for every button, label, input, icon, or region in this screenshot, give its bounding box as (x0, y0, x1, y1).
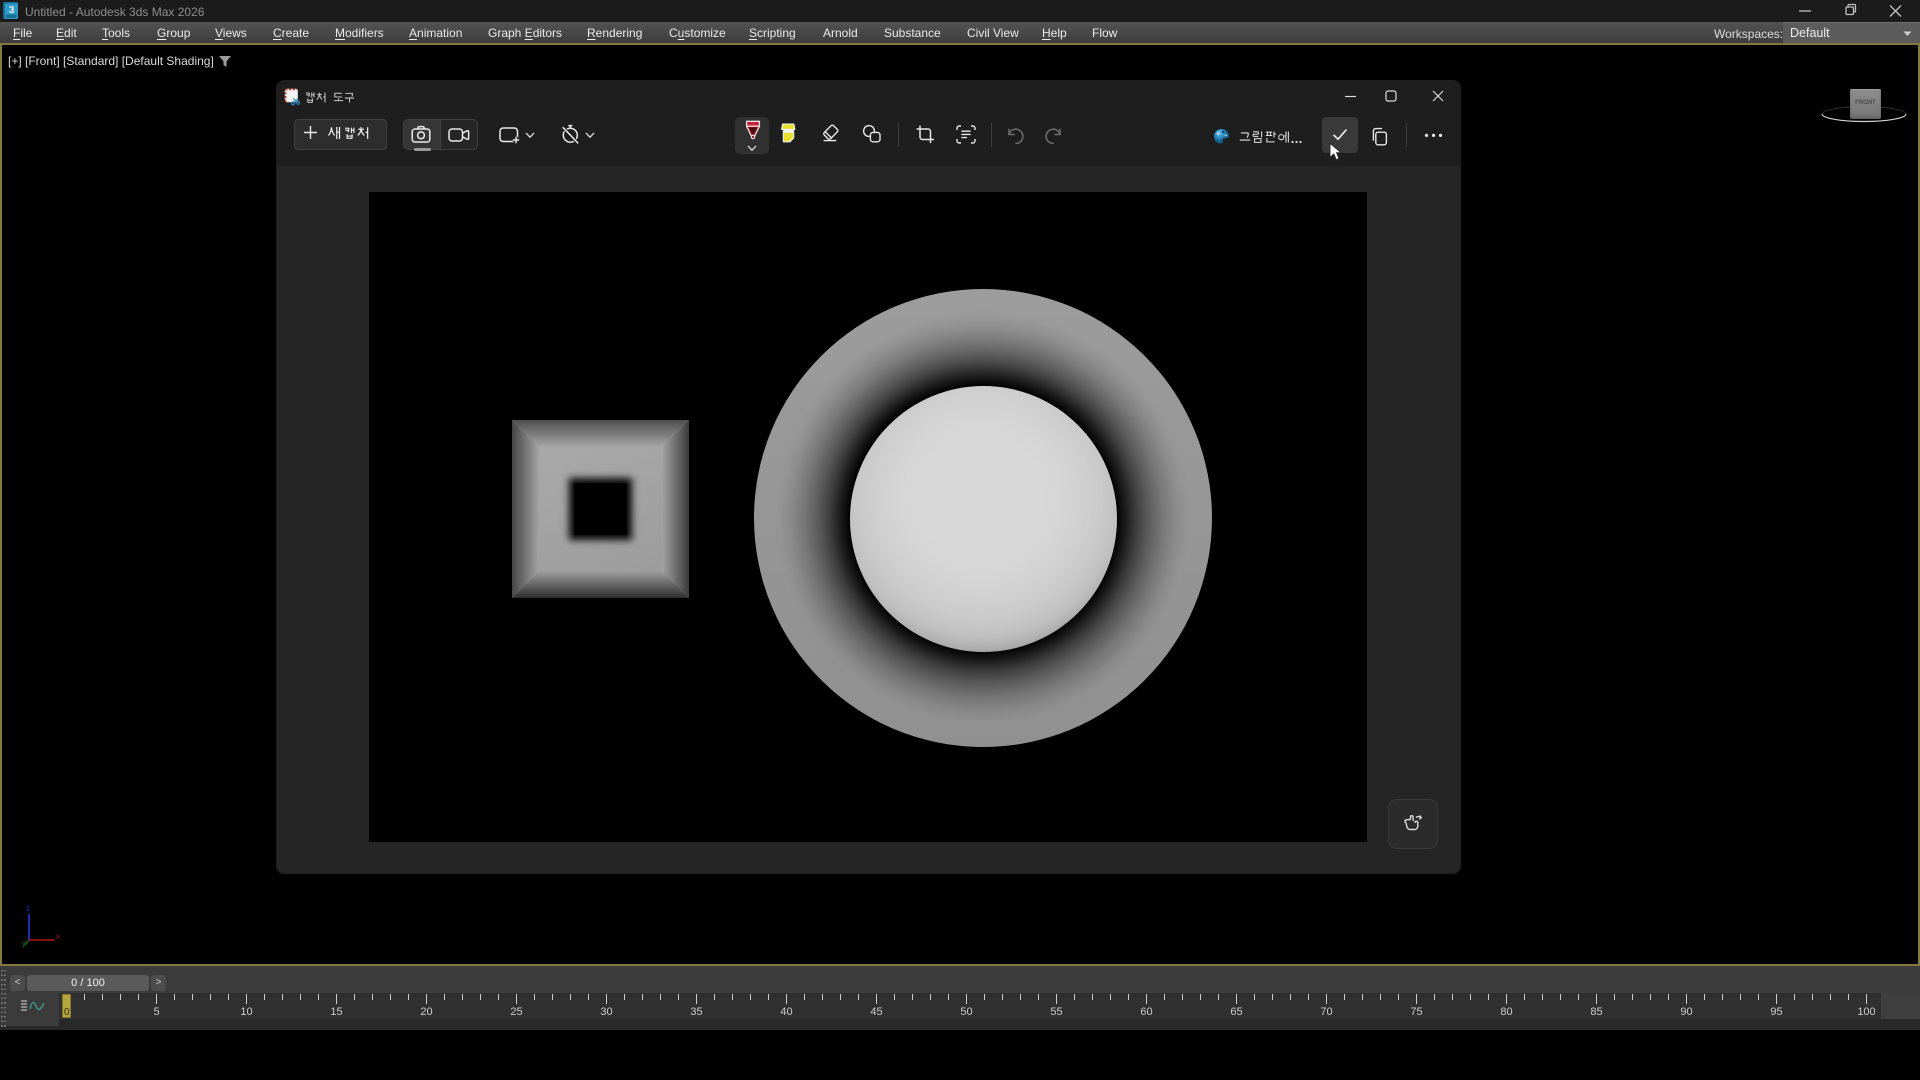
svg-text:y: y (22, 939, 26, 948)
svg-text:5: 5 (153, 1006, 159, 1018)
svg-text:90: 90 (1680, 1006, 1692, 1018)
svg-text:25: 25 (510, 1006, 522, 1018)
svg-text:45: 45 (870, 1006, 882, 1018)
svg-text:70: 70 (1320, 1006, 1332, 1018)
svg-text:100: 100 (1857, 1006, 1875, 1018)
svg-text:60: 60 (1140, 1006, 1152, 1018)
svg-text:35: 35 (690, 1006, 702, 1018)
svg-text:50: 50 (960, 1006, 972, 1018)
svg-text:80: 80 (1500, 1006, 1512, 1018)
svg-text:3: 3 (9, 5, 15, 16)
svg-text:x: x (56, 932, 60, 941)
svg-text:40: 40 (780, 1006, 792, 1018)
svg-text:z: z (26, 904, 30, 913)
svg-text:95: 95 (1770, 1006, 1782, 1018)
svg-text:65: 65 (1230, 1006, 1242, 1018)
svg-text:55: 55 (1050, 1006, 1062, 1018)
svg-text:20: 20 (420, 1006, 432, 1018)
svg-text:30: 30 (600, 1006, 612, 1018)
svg-text:75: 75 (1410, 1006, 1422, 1018)
svg-text:85: 85 (1590, 1006, 1602, 1018)
svg-text:10: 10 (240, 1006, 252, 1018)
svg-text:15: 15 (330, 1006, 342, 1018)
